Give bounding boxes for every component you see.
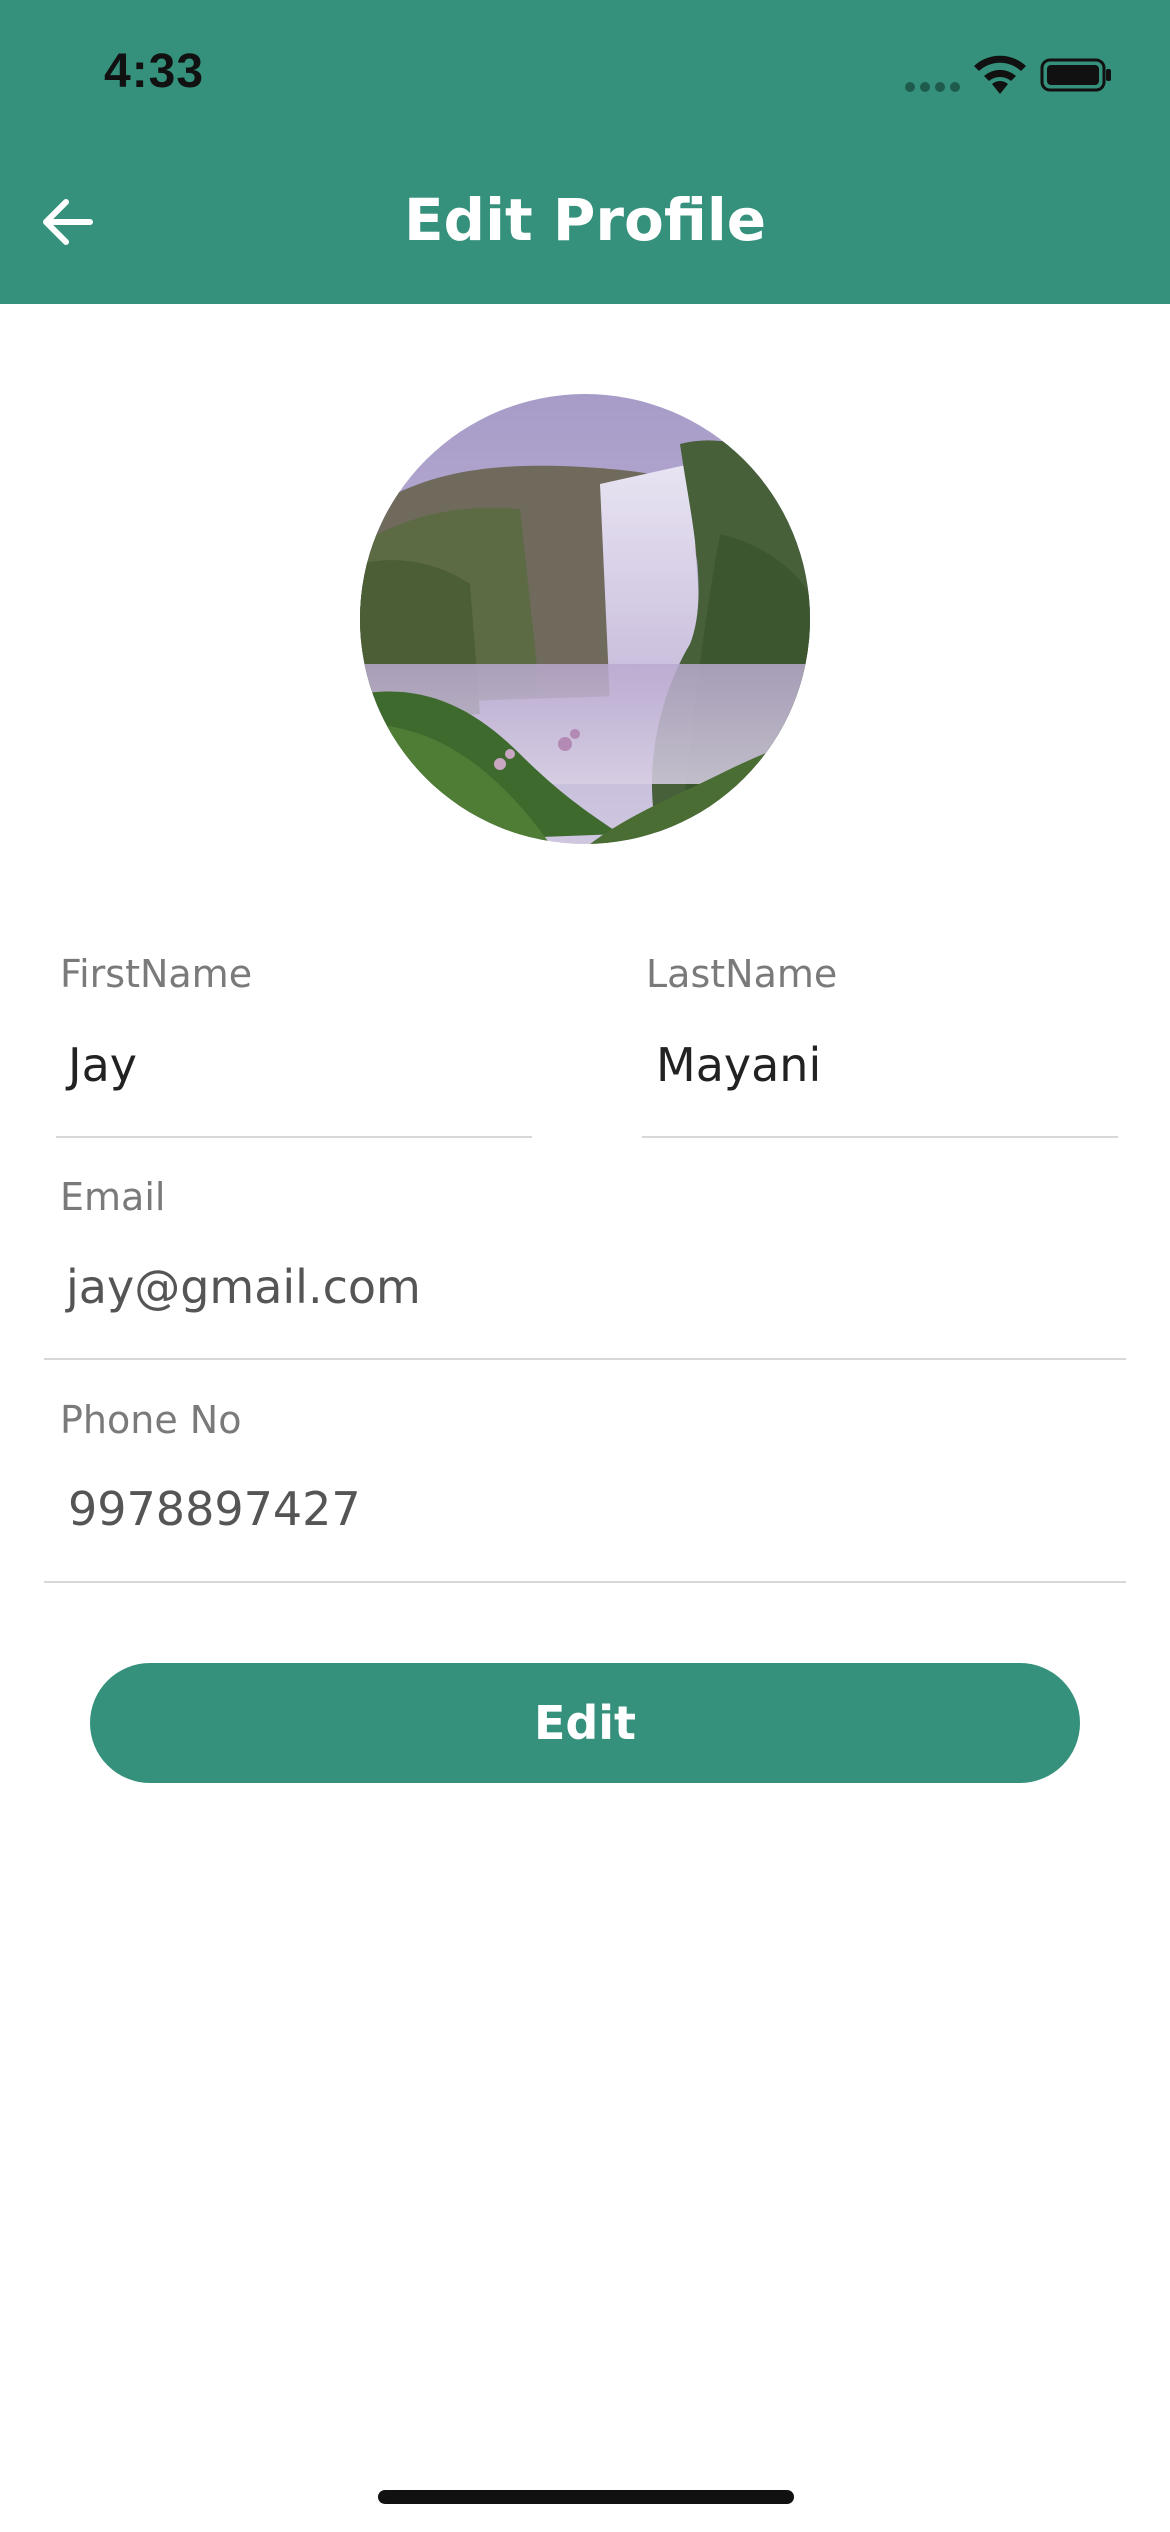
- app-header: 4:33 Edit Profile: [0, 0, 1170, 304]
- last-name-underline: [642, 1136, 1118, 1138]
- edit-button[interactable]: Edit: [90, 1663, 1080, 1783]
- email-label: Email: [60, 1175, 166, 1219]
- wifi-icon: [974, 55, 1026, 94]
- first-name-underline: [56, 1136, 532, 1138]
- phone-underline: [44, 1581, 1126, 1583]
- email-underline: [44, 1358, 1126, 1360]
- phone-label: Phone No: [60, 1398, 242, 1442]
- battery-icon: [1040, 58, 1111, 92]
- status-time: 4:33: [104, 45, 205, 98]
- edit-button-label: Edit: [533, 1696, 637, 1750]
- phone-input[interactable]: 9978897427: [68, 1482, 361, 1536]
- profile-avatar[interactable]: [360, 394, 810, 844]
- first-name-input[interactable]: Jay: [68, 1038, 137, 1092]
- home-indicator: [378, 2490, 794, 2504]
- page-title: Edit Profile: [403, 186, 767, 254]
- last-name-input[interactable]: Mayani: [656, 1038, 821, 1092]
- cellular-signal-icon: [905, 82, 961, 92]
- last-name-label: LastName: [646, 952, 838, 996]
- email-input[interactable]: jay@gmail.com: [66, 1260, 421, 1314]
- waterfall-photo: [360, 394, 810, 844]
- first-name-label: FirstName: [60, 952, 253, 996]
